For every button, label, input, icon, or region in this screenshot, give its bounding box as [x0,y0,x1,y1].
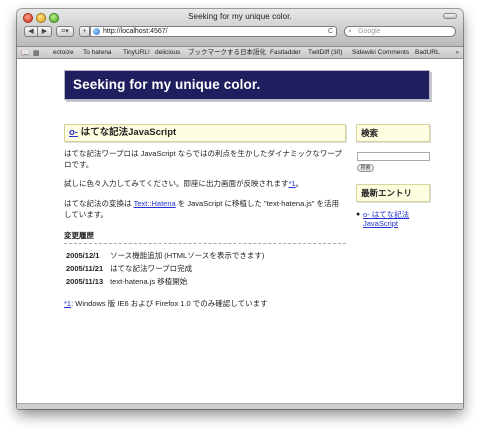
bullet-icon: ● [356,211,361,218]
history-text: ソース機能追加 (HTMLソースを表示できます) [110,251,265,260]
sidebar-search-input[interactable] [357,152,430,161]
window-title: Seeking for my unique color. [188,12,292,21]
bookmark-item[interactable]: TinyURL! [123,47,150,58]
search-placeholder: Google [358,28,381,35]
add-bookmark-button[interactable]: + [79,26,90,37]
sidebar-search-heading: 検索 [356,124,430,142]
entry-paragraph: はてな記法ワープロは JavaScript ならではの利点を生かしたダイナミック… [64,149,342,169]
sidebar-recent-heading: 最新エントリ [356,184,430,202]
history-date: 2005/12/1 [66,251,100,260]
history-date: 2005/11/21 [66,264,104,273]
footnote: *1: Windows 版 IE6 および Firefox 1.0 でのみ確認し… [64,298,268,309]
bookmark-item[interactable]: Sidewiki Comments [352,47,409,58]
toolbar-toggle-button[interactable] [443,13,457,19]
book-icon[interactable]: 📖 [21,48,30,58]
reload-icon[interactable]: C [328,27,333,36]
entry-paragraph: 試しに色々入力してみてください。即座に出力画面が反映されます*1。 [64,178,346,189]
bookmark-item[interactable]: ectoize [53,47,74,58]
entry-heading: o- はてな記法JavaScript [64,124,346,142]
page-viewport: Seeking for my unique color. o- はてな記法Jav… [17,60,463,409]
history-text: はてな記法ワープロ完成 [110,264,193,273]
back-button[interactable]: ◀ [24,26,38,37]
browser-window: Seeking for my unique color. ◀ ▶ ⌗▾ + ht… [17,9,463,409]
history-row: 2005/11/21 はてな記法ワープロ完成 [66,263,192,274]
forward-button[interactable]: ▶ [38,26,52,37]
bookmarks-bar: 📖 ▦ ectoize To hatena TinyURL! delicious… [17,47,463,59]
entry-title: はてな記法JavaScript [80,127,177,138]
footnote-link[interactable]: *1 [289,179,296,188]
paragraph-text: はてな記法の変換は [64,199,134,208]
recent-entries-list: ● o- はてな記法JavaScript [356,210,432,228]
bookmarks-overflow-button[interactable]: » [455,47,459,58]
text-hatena-link[interactable]: Text::Hatena [134,199,176,208]
sidebar-search-button[interactable]: 検索 [357,164,374,172]
grid-icon[interactable]: ▦ [33,48,40,58]
horizontal-scrollbar[interactable] [17,403,463,409]
paragraph-text: 。 [295,179,304,188]
bookmark-item[interactable]: To hatena [83,47,112,58]
page-menu-button[interactable]: ⌗▾ [56,26,74,37]
paragraph-text: 試しに色々入力してみてください。即座に出力画面が反映されます [64,179,289,188]
entry-paragraph: はてな記法の変換は Text::Hatena を JavaScript に移植し… [64,198,346,220]
search-field[interactable]: ⌕ Google [344,26,456,37]
bookmark-item[interactable]: 日本語化 [240,47,266,58]
site-title[interactable]: Seeking for my unique color. [73,77,260,92]
history-row: 2005/11/13 text-hatena.js 移植開始 [66,276,187,287]
browser-toolbar: Seeking for my unique color. ◀ ▶ ⌗▾ + ht… [17,9,463,47]
recent-entry-link[interactable]: o- はてな記法JavaScript [363,210,432,228]
address-bar[interactable]: http://localhost:4567/ C [90,26,337,37]
history-date: 2005/11/13 [66,277,104,286]
bookmark-item[interactable]: delicious [155,47,180,58]
url-text: http://localhost:4567/ [103,28,168,35]
bookmark-item[interactable]: ブックマークする [188,47,240,58]
history-text: text-hatena.js 移植開始 [110,277,188,286]
bookmark-item[interactable]: TwitDiff (30) [308,47,343,58]
bookmark-item[interactable]: Fastladder [270,47,301,58]
history-row: 2005/12/1 ソース機能追加 (HTMLソースを表示できます) [66,250,264,261]
site-header: Seeking for my unique color. [64,70,430,100]
entry-permalink[interactable]: o- [69,127,78,138]
globe-icon [93,28,100,35]
search-icon: ⌕ [348,28,352,35]
footnote-text: : Windows 版 IE6 および Firefox 1.0 でのみ確認してい… [71,299,268,308]
history-heading: 変更履歴 [64,230,346,244]
bookmark-item[interactable]: BadURL [415,47,440,58]
